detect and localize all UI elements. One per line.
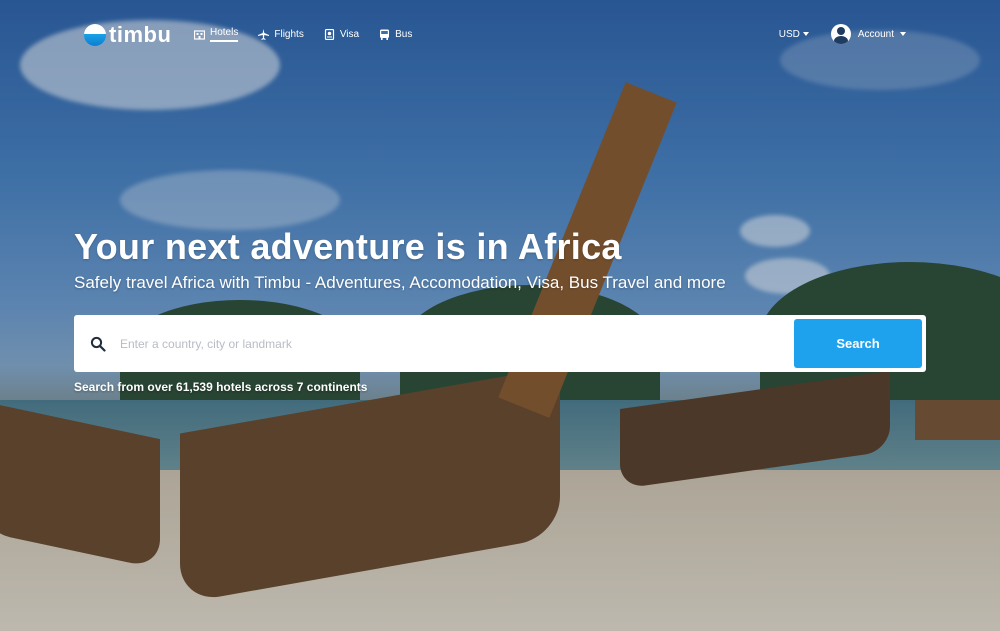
top-nav: timbu Hotels Flights Visa Bus USD Accoun…: [0, 0, 1000, 70]
nav-right: USD Account: [779, 24, 906, 44]
hero-subtitle: Safely travel Africa with Timbu - Advent…: [74, 273, 726, 292]
search-stats: Search from over 61,539 hotels across 7 …: [74, 380, 368, 394]
plane-icon: [258, 29, 270, 40]
nav-item-flights[interactable]: Flights: [258, 27, 304, 42]
currency-selector[interactable]: USD: [779, 29, 809, 40]
logo[interactable]: timbu: [84, 22, 171, 48]
search-icon: [90, 336, 106, 352]
hotel-icon: [194, 29, 205, 40]
hero-title: Your next adventure is in Africa: [74, 226, 622, 267]
logo-text: timbu: [109, 22, 172, 47]
nav-links: Hotels Flights Visa Bus: [194, 27, 432, 42]
nav-item-bus[interactable]: Bus: [379, 27, 412, 42]
caret-down-icon: [900, 32, 906, 36]
user-avatar-icon: [830, 24, 851, 44]
nav-item-label: Visa: [339, 29, 360, 40]
currency-label: USD: [778, 28, 800, 40]
bus-icon: [379, 29, 390, 40]
caret-down-icon: [802, 32, 809, 36]
nav-item-hotels[interactable]: Hotels: [194, 27, 239, 42]
nav-item-visa[interactable]: Visa: [324, 27, 359, 42]
passport-icon: [324, 29, 335, 40]
nav-item-label: Bus: [395, 29, 413, 40]
logo-icon: [84, 24, 106, 46]
account-label: Account: [857, 28, 894, 40]
search-button[interactable]: Search: [794, 319, 922, 368]
nav-item-label: Hotels: [210, 27, 239, 42]
search-input[interactable]: [120, 332, 780, 356]
search-bar: Search: [74, 315, 926, 372]
account-menu[interactable]: Account: [830, 24, 906, 44]
nav-item-label: Flights: [274, 29, 304, 40]
